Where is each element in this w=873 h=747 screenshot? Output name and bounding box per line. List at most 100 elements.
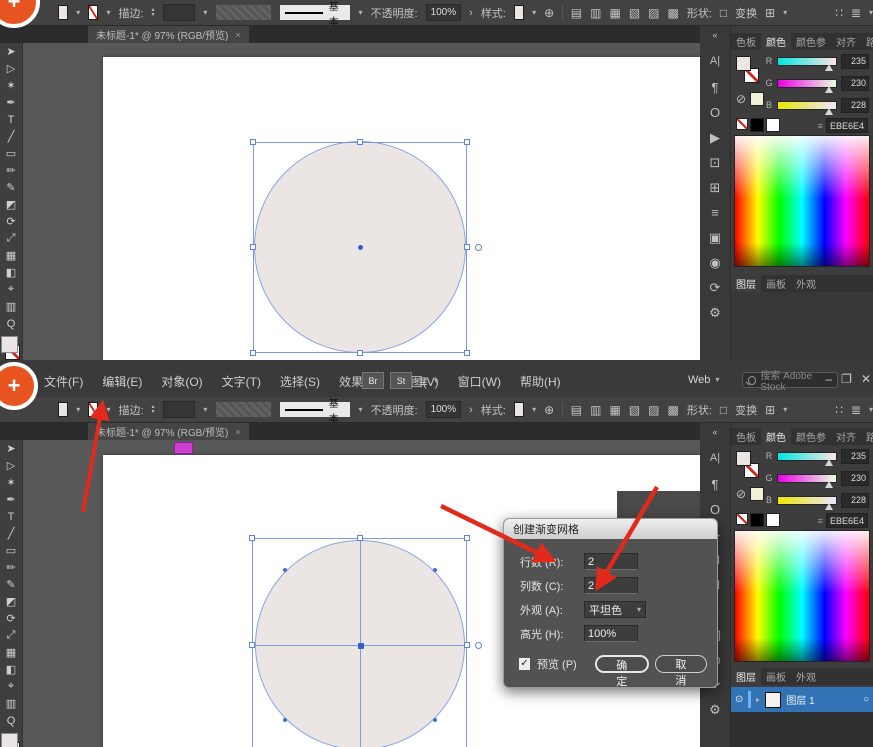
tab-color[interactable]: 颜色 xyxy=(761,33,791,50)
none-icon[interactable]: ⊘ xyxy=(736,92,746,106)
chevron-down-icon[interactable]: ▾ xyxy=(106,406,110,414)
slider-value-b[interactable]: 228 xyxy=(841,98,869,113)
transform-label[interactable]: 变换 xyxy=(735,5,757,21)
mesh-tool-icon[interactable]: ▦ xyxy=(0,644,22,661)
mesh-tool-icon[interactable]: ▦ xyxy=(0,247,22,264)
black-swatch[interactable] xyxy=(750,513,764,527)
tab-color-guide[interactable]: 颜色参 xyxy=(791,428,831,445)
slider-track-g[interactable] xyxy=(777,79,837,88)
workspace-list-icon[interactable]: ≣ xyxy=(851,403,861,417)
align-top-icon[interactable]: ▧ xyxy=(629,403,640,417)
rotate-tool-icon[interactable]: ⟳ xyxy=(0,610,22,627)
arrange-documents-icon[interactable]: ≣ xyxy=(418,374,428,388)
brush-definition-field[interactable] xyxy=(215,4,271,21)
slider-value-r[interactable]: 235 xyxy=(841,449,869,464)
menu-help[interactable]: 帮助(H) xyxy=(520,373,561,390)
chevron-down-icon[interactable]: ▾ xyxy=(532,9,536,17)
document-tab[interactable]: 未标题-1* @ 97% (RGB/预览) × xyxy=(88,423,249,440)
color-spectrum[interactable] xyxy=(734,530,870,662)
white-swatch[interactable] xyxy=(766,513,780,527)
bridge-button[interactable]: Br xyxy=(362,372,384,389)
line-tool-icon[interactable]: ╱ xyxy=(0,525,22,542)
eraser-tool-icon[interactable]: ◩ xyxy=(0,196,22,213)
style-swatch[interactable] xyxy=(514,5,524,20)
tab-swatches[interactable]: 色板 xyxy=(731,428,761,445)
slider-track-g[interactable] xyxy=(777,474,837,483)
align-left-icon[interactable]: ▤ xyxy=(571,403,582,417)
grid-icon[interactable]: ∷ xyxy=(835,6,843,20)
eyedropper-tool-icon[interactable]: ⌖ xyxy=(0,281,22,298)
tab-layers[interactable]: 图层 xyxy=(731,668,761,685)
bbox-handle[interactable] xyxy=(357,535,363,541)
fill-color-swatch[interactable] xyxy=(58,5,68,20)
close-tab-icon[interactable]: × xyxy=(235,427,240,437)
black-swatch[interactable] xyxy=(750,118,764,132)
menu-select[interactable]: 选择(S) xyxy=(280,373,320,390)
actions-panel-icon[interactable]: ▶ xyxy=(710,130,720,146)
workspace-list-icon[interactable]: ≣ xyxy=(851,6,861,20)
hex-value-field[interactable]: EBE6E4 xyxy=(826,118,868,133)
slider-track-r[interactable] xyxy=(777,452,837,461)
tab-layers[interactable]: 图层 xyxy=(731,275,761,292)
align-bottom-icon[interactable]: ▩ xyxy=(668,403,679,417)
layer-name[interactable]: 图层 1 xyxy=(786,692,814,707)
type-tool-icon[interactable]: T xyxy=(0,508,22,525)
menu-edit[interactable]: 编辑(E) xyxy=(102,373,142,390)
mesh-node[interactable] xyxy=(283,718,287,722)
paragraph-panel-icon[interactable]: ¶ xyxy=(712,477,719,493)
bbox-handle[interactable] xyxy=(250,350,256,356)
ok-button[interactable]: 确定 xyxy=(595,655,649,673)
hex-value-field[interactable]: EBE6E4 xyxy=(826,513,868,528)
export-panel-icon[interactable]: ⊡ xyxy=(710,155,721,171)
character-panel-icon[interactable]: A| xyxy=(710,452,720,468)
scale-tool-icon[interactable]: ⤢ xyxy=(0,627,22,644)
chevron-down-icon[interactable]: ▾ xyxy=(532,406,536,414)
bbox-handle[interactable] xyxy=(464,139,470,145)
bbox-handle[interactable] xyxy=(357,350,363,356)
align-middle-icon[interactable]: ▨ xyxy=(648,403,659,417)
last-color-swatch[interactable] xyxy=(750,487,764,501)
tab-swatches[interactable]: 色板 xyxy=(731,33,761,50)
chevron-down-icon[interactable]: ▾ xyxy=(76,9,80,17)
rotate-tool-icon[interactable]: ⟳ xyxy=(0,213,22,230)
menu-file[interactable]: 文件(F) xyxy=(44,373,83,390)
pencil-tool-icon[interactable]: ✎ xyxy=(0,179,22,196)
direct-selection-tool-icon[interactable]: ▷ xyxy=(0,60,22,77)
stroke-weight-field[interactable] xyxy=(163,401,196,418)
more-options-icon[interactable]: › xyxy=(469,7,473,19)
layer-row[interactable]: ⊙ ▾ 图层 1 ○ xyxy=(731,687,873,712)
align-middle-icon[interactable]: ▨ xyxy=(648,6,659,20)
columns-input[interactable] xyxy=(584,577,638,594)
rows-input[interactable] xyxy=(584,553,638,570)
fill-proxy-swatch[interactable] xyxy=(736,451,751,466)
magic-wand-tool-icon[interactable]: ✶ xyxy=(0,77,22,94)
fill-proxy-swatch[interactable] xyxy=(736,56,751,71)
bounds-icon[interactable]: ⊞ xyxy=(765,403,775,417)
style-swatch[interactable] xyxy=(514,402,524,417)
workspace-switcher[interactable]: Web ▾ xyxy=(688,374,719,386)
magic-wand-tool-icon[interactable]: ✶ xyxy=(0,474,22,491)
appearance-select[interactable]: 平坦色 ▾ xyxy=(584,601,646,618)
eraser-tool-icon[interactable]: ◩ xyxy=(0,593,22,610)
zoom-tool-icon[interactable]: Q xyxy=(0,712,22,729)
align-top-icon[interactable]: ▧ xyxy=(629,6,640,20)
document-tab[interactable]: 未标题-1* @ 97% (RGB/预览) × xyxy=(88,26,249,43)
restore-button[interactable]: ❐ xyxy=(841,372,852,386)
pen-tool-icon[interactable]: ✒ xyxy=(0,94,22,111)
dialog-title[interactable]: 创建渐变网格 xyxy=(504,519,717,539)
gradient-tool-icon[interactable]: ◧ xyxy=(0,264,22,281)
expand-layer-icon[interactable]: ▾ xyxy=(754,697,762,701)
transform-label[interactable]: 变换 xyxy=(735,402,757,418)
scale-tool-icon[interactable]: ⤢ xyxy=(0,230,22,247)
menu-object[interactable]: 对象(O) xyxy=(161,373,202,390)
fill-stroke-proxy[interactable] xyxy=(736,451,762,481)
stroke-color-swatch[interactable] xyxy=(88,5,98,20)
grid-icon[interactable]: ∷ xyxy=(835,403,843,417)
chevron-down-icon[interactable]: ▾ xyxy=(203,406,207,414)
center-point[interactable] xyxy=(358,245,363,250)
tools-fill-swatch[interactable] xyxy=(1,733,18,747)
paintbrush-tool-icon[interactable]: ✏ xyxy=(0,162,22,179)
align-right-icon[interactable]: ▦ xyxy=(609,403,620,417)
stock-button[interactable]: St xyxy=(390,372,412,389)
target-icon[interactable]: ○ xyxy=(863,694,869,705)
